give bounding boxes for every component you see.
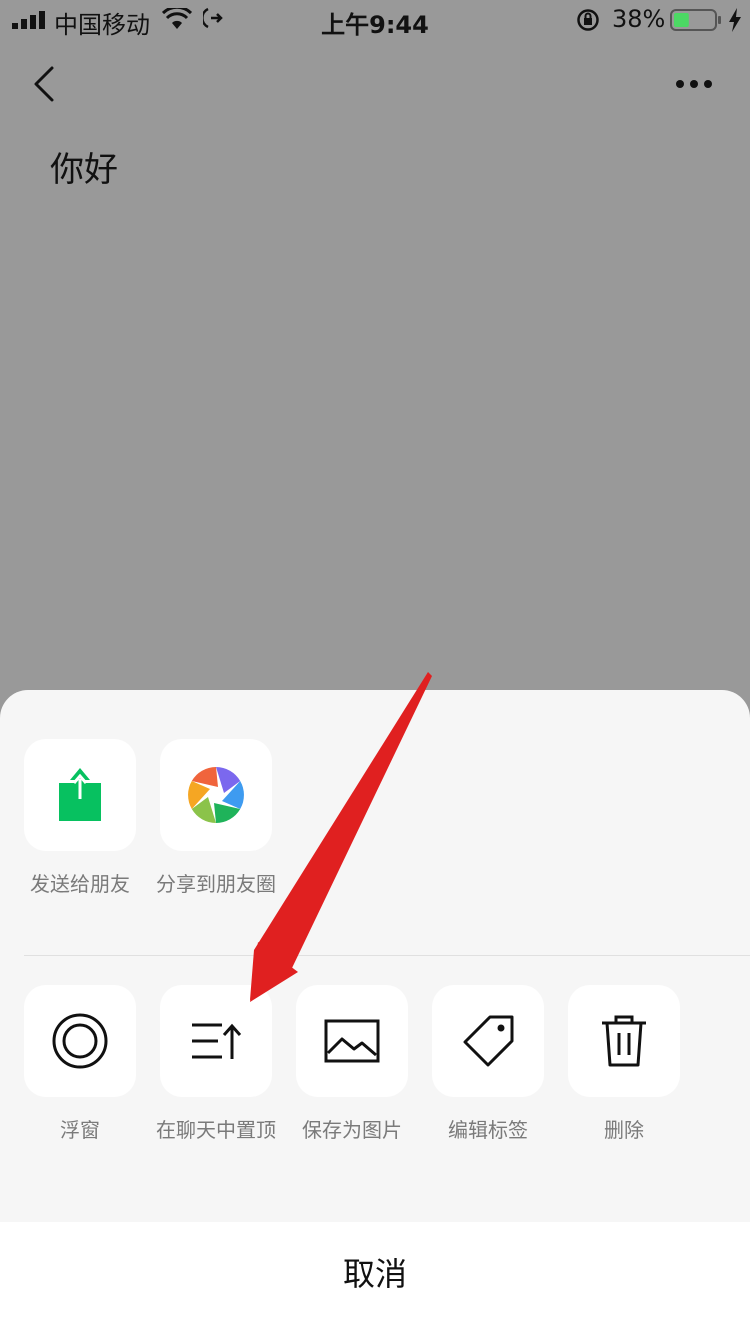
battery-percent: 38% xyxy=(612,5,666,33)
orientation-lock-icon xyxy=(577,9,599,31)
edit-tags-button[interactable] xyxy=(432,985,544,1097)
trash-icon xyxy=(602,1015,646,1067)
back-chevron-icon[interactable] xyxy=(30,64,58,104)
save-as-image-button[interactable] xyxy=(296,985,408,1097)
share-to-friend-icon xyxy=(59,768,101,821)
edit-tags-label: 编辑标签 xyxy=(448,1118,528,1142)
pin-to-top-button[interactable] xyxy=(160,985,272,1097)
moments-aperture-icon xyxy=(188,767,244,823)
tag-icon xyxy=(463,1015,514,1067)
note-content: 你好 xyxy=(50,150,118,190)
send-to-friend-button[interactable] xyxy=(24,739,136,851)
more-dots-icon[interactable] xyxy=(670,70,718,98)
action-sheet: 发送给朋友 分享到朋友圈 浮窗 在聊天中置顶 保存为图片 编辑标签 删除 取消 xyxy=(0,690,750,1334)
pin-to-top-icon xyxy=(192,1023,242,1059)
section-divider xyxy=(24,955,750,956)
battery-icon xyxy=(670,9,721,31)
note-detail-screen: 中国移动 上午9:44 38% 你好 发送给朋友 分享到朋友圈 浮窗 在聊天中置… xyxy=(0,0,750,1334)
image-icon xyxy=(324,1019,380,1063)
delete-button[interactable] xyxy=(568,985,680,1097)
share-to-moments-button[interactable] xyxy=(160,739,272,851)
cancel-button[interactable]: 取消 xyxy=(0,1222,750,1334)
pin-to-top-label: 在聊天中置顶 xyxy=(156,1118,276,1142)
cancel-bar: 取消 xyxy=(0,1222,750,1334)
charging-icon xyxy=(729,8,741,32)
share-to-moments-label: 分享到朋友圈 xyxy=(156,872,276,896)
delete-label: 删除 xyxy=(604,1118,644,1142)
status-bar: 中国移动 上午9:44 38% xyxy=(0,0,750,40)
float-window-button[interactable] xyxy=(24,985,136,1097)
float-window-label: 浮窗 xyxy=(60,1118,100,1142)
send-to-friend-label: 发送给朋友 xyxy=(30,872,130,896)
save-as-image-label: 保存为图片 xyxy=(302,1118,402,1142)
float-window-icon xyxy=(52,1013,108,1069)
